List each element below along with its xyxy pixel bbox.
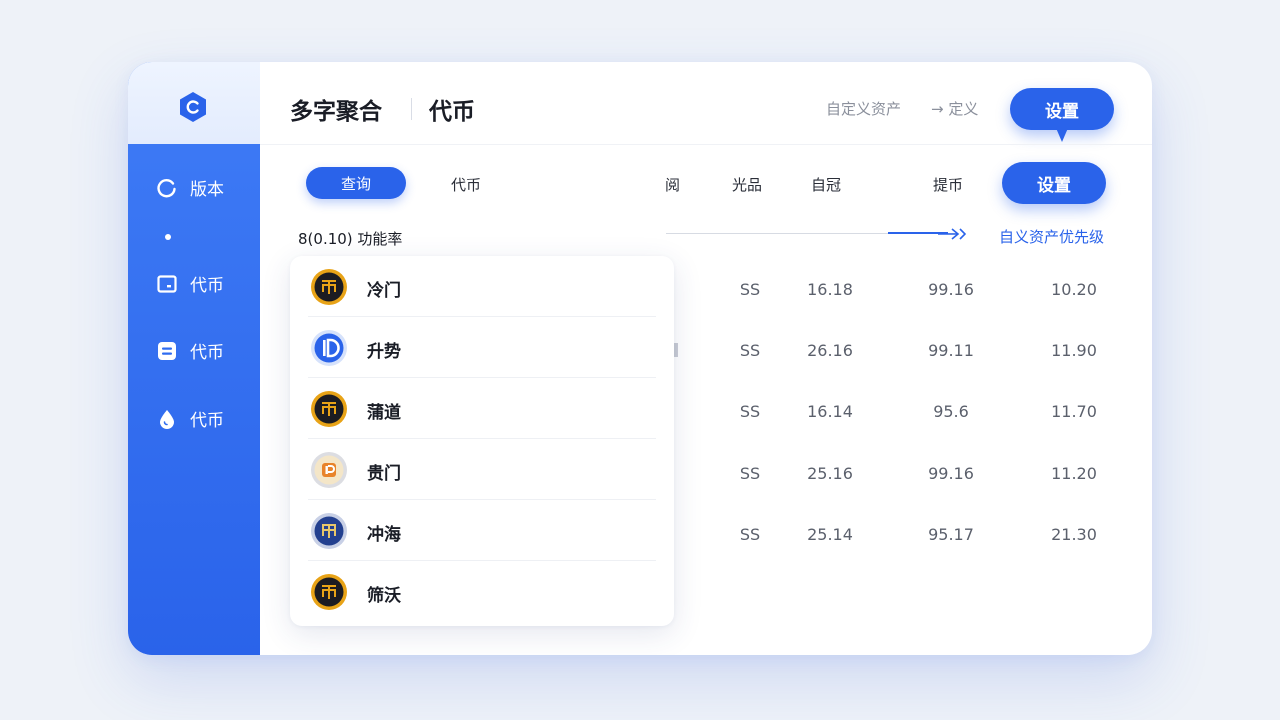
- coin-name: 筛沃: [367, 586, 401, 606]
- column-header: 提币: [933, 176, 964, 194]
- table-cell: 25.16: [807, 464, 853, 483]
- coin-gold-icon: [311, 391, 347, 427]
- coin-name: 贵门: [367, 464, 401, 484]
- sidebar-item-label: 代币: [190, 343, 224, 363]
- header-settings-button[interactable]: 设置: [1010, 88, 1114, 130]
- sidebar-item-label: 代币: [190, 276, 224, 296]
- table-cell: 11.90: [1051, 341, 1097, 360]
- table-cell: 95.6: [933, 402, 969, 421]
- coin-name: 升势: [367, 342, 401, 362]
- wallet-icon: [157, 274, 177, 293]
- coin-list-item[interactable]: 筛沃: [290, 561, 674, 622]
- column-header: 阅: [665, 176, 681, 194]
- table-cell: SS: [739, 280, 761, 299]
- table-cell: 95.17: [928, 525, 974, 544]
- header-divider: [411, 98, 412, 120]
- coin-list-item[interactable]: 升势: [290, 317, 674, 378]
- coin-silver-icon: [311, 452, 347, 488]
- sidebar-item-version[interactable]: 版本: [156, 175, 224, 200]
- coin-name: 冲海: [367, 525, 401, 545]
- app-logo-icon[interactable]: [176, 90, 210, 124]
- table-cell: 99.16: [928, 280, 974, 299]
- page-title: 多字聚合: [290, 99, 382, 125]
- coin-list-item[interactable]: 贵门: [290, 439, 674, 500]
- coin-gold-icon: [311, 269, 347, 305]
- column-header: 自冠: [811, 176, 842, 194]
- asset-priority-link[interactable]: 自义资产优先级: [999, 226, 1104, 247]
- toolbar-settings-button[interactable]: 设置: [1002, 162, 1106, 204]
- table-cell: 16.14: [807, 402, 853, 421]
- sidebar-item-token-3[interactable]: 代币: [156, 406, 224, 431]
- settings-pointer: [1056, 128, 1068, 142]
- row-marker: [674, 343, 678, 357]
- coin-list-item[interactable]: 冲海: [290, 500, 674, 561]
- page-subtitle: 代币: [429, 99, 475, 125]
- coin-gold-icon: [311, 574, 347, 610]
- header-separator: [260, 144, 1152, 145]
- table-cell: 21.30: [1051, 525, 1097, 544]
- sidebar: 版本 代币 代币 代币: [128, 62, 260, 655]
- sidebar-item-token-2[interactable]: 代币: [156, 338, 224, 363]
- sidebar-item-label: 版本: [190, 180, 224, 200]
- table-cell: 25.14: [807, 525, 853, 544]
- tab-token[interactable]: 代币: [451, 174, 481, 195]
- table-cell: SS: [739, 525, 761, 544]
- sidebar-item-token-1[interactable]: 代币: [156, 271, 224, 296]
- table-cell: 11.20: [1051, 464, 1097, 483]
- table-cell: 99.16: [928, 464, 974, 483]
- info-text: 8(0.10) 功能率: [298, 230, 403, 248]
- coin-list-item[interactable]: 蒲道: [290, 378, 674, 439]
- arrow-right-icon: [938, 228, 966, 240]
- coin-blue-icon: [311, 330, 347, 366]
- column-header: 光品: [732, 176, 763, 194]
- table-cell: SS: [739, 341, 761, 360]
- coin-list-item[interactable]: 冷门: [290, 256, 674, 317]
- coin-navy-icon: [311, 513, 347, 549]
- main-window: 版本 代币 代币 代币 多字聚合 代币 自定义资产 → 定义 设置 查询 代币 …: [128, 62, 1152, 655]
- sidebar-item-label: 代币: [190, 411, 224, 431]
- coin-name: 冷门: [367, 281, 401, 301]
- custom-asset-link[interactable]: 自定义资产: [826, 98, 901, 119]
- sidebar-indicator-dot: [165, 234, 171, 240]
- table-cell: 16.18: [807, 280, 853, 299]
- coin-list-panel: 冷门 升势 蒲道 贵门 冲海 筛沃: [290, 256, 674, 626]
- table-cell: SS: [739, 464, 761, 483]
- table-cell: 99.11: [928, 341, 974, 360]
- table-cell: 11.70: [1051, 402, 1097, 421]
- table-cell: 26.16: [807, 341, 853, 360]
- query-button[interactable]: 查询: [306, 167, 406, 199]
- sidebar-logo-area: [128, 62, 260, 144]
- list-icon: [158, 341, 176, 360]
- coin-name: 蒲道: [367, 403, 401, 423]
- table-cell: SS: [739, 402, 761, 421]
- table-cell: 10.20: [1051, 280, 1097, 299]
- redefine-link[interactable]: → 定义: [931, 98, 978, 119]
- refresh-icon: [157, 178, 176, 197]
- drop-icon: [160, 409, 174, 429]
